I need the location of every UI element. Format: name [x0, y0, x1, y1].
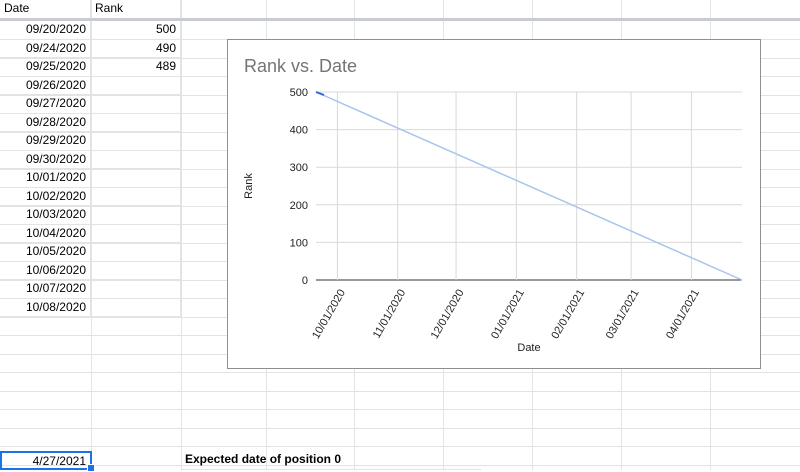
cell-rank[interactable] — [91, 187, 181, 206]
x-tick-label: 01/01/2021 — [489, 288, 527, 342]
cell-date[interactable]: 10/01/2020 — [0, 169, 91, 188]
cell-date[interactable]: 10/03/2020 — [0, 206, 91, 225]
x-tick-label: 04/01/2021 — [664, 288, 702, 342]
cell-rank[interactable] — [91, 150, 181, 169]
y-tick-label: 300 — [290, 162, 308, 174]
cell-rank[interactable] — [91, 261, 181, 280]
row-line — [0, 427, 800, 429]
cell-date[interactable]: 10/07/2020 — [0, 280, 91, 299]
y-tick-label: 200 — [290, 200, 308, 212]
cell-date[interactable]: 10/04/2020 — [0, 224, 91, 243]
cell-date[interactable]: 09/20/2020 — [0, 21, 91, 40]
row-line — [0, 390, 800, 392]
cell-date[interactable]: 10/06/2020 — [0, 261, 91, 280]
y-axis-label: Rank — [243, 173, 255, 199]
cell-date[interactable]: 09/24/2020 — [0, 39, 91, 58]
x-tick-label: 02/01/2021 — [549, 288, 587, 342]
x-tick-label: 03/01/2021 — [604, 288, 642, 342]
cell-date[interactable]: 09/25/2020 — [0, 58, 91, 77]
chart-title: Rank vs. Date — [244, 56, 358, 76]
cell-date[interactable]: 09/27/2020 — [0, 95, 91, 114]
cell-date[interactable]: 10/08/2020 — [0, 298, 91, 317]
cell-date[interactable]: 09/26/2020 — [0, 76, 91, 95]
y-tick-label: 500 — [290, 87, 308, 99]
cell-rank[interactable] — [91, 280, 181, 299]
expected-date-label: Expected date of position 0 — [181, 451, 481, 470]
chart-svg: 0 100 200 300 400 500 10/01/2020 11/01/2020 12/0… — [243, 87, 743, 354]
header-date[interactable]: Date — [0, 0, 91, 18]
x-tick-label: 12/01/2020 — [429, 288, 467, 342]
cell-date[interactable]: 09/30/2020 — [0, 150, 91, 169]
cell-rank[interactable] — [91, 95, 181, 114]
cell-rank[interactable]: 489 — [91, 58, 181, 77]
cell-date[interactable]: 10/02/2020 — [0, 187, 91, 206]
cell-rank[interactable]: 500 — [91, 21, 181, 40]
row-line — [0, 446, 800, 447]
cell-rank[interactable] — [91, 76, 181, 95]
selection-handle[interactable] — [87, 464, 95, 472]
cell-rank[interactable] — [91, 132, 181, 151]
y-tick-label: 0 — [302, 275, 308, 287]
cell-rank[interactable] — [91, 243, 181, 262]
cell-date[interactable]: 09/28/2020 — [0, 113, 91, 132]
row-line — [0, 409, 800, 410]
cell-rank[interactable] — [91, 224, 181, 243]
selected-cell-expected-date[interactable]: 4/27/2021 — [0, 451, 92, 470]
row-line — [0, 372, 800, 373]
cell-rank[interactable] — [91, 169, 181, 188]
cell-rank[interactable]: 490 — [91, 39, 181, 58]
x-tick-label: 10/01/2020 — [310, 288, 348, 342]
column-line — [181, 0, 182, 470]
y-tick-label: 100 — [290, 237, 308, 249]
header-rank[interactable]: Rank — [91, 0, 181, 18]
chart[interactable]: Rank vs. Date 0 100 200 300 400 500 10/01/2020… — [227, 39, 761, 369]
x-axis-label: Date — [517, 342, 540, 354]
cell-rank[interactable] — [91, 206, 181, 225]
series-line — [315, 91, 743, 281]
cell-rank[interactable] — [91, 298, 181, 317]
cell-rank[interactable] — [91, 113, 181, 132]
x-tick-label: 11/01/2020 — [371, 288, 409, 341]
cell-date[interactable]: 10/05/2020 — [0, 243, 91, 262]
cell-date[interactable]: 09/29/2020 — [0, 132, 91, 151]
y-tick-label: 400 — [290, 125, 308, 137]
